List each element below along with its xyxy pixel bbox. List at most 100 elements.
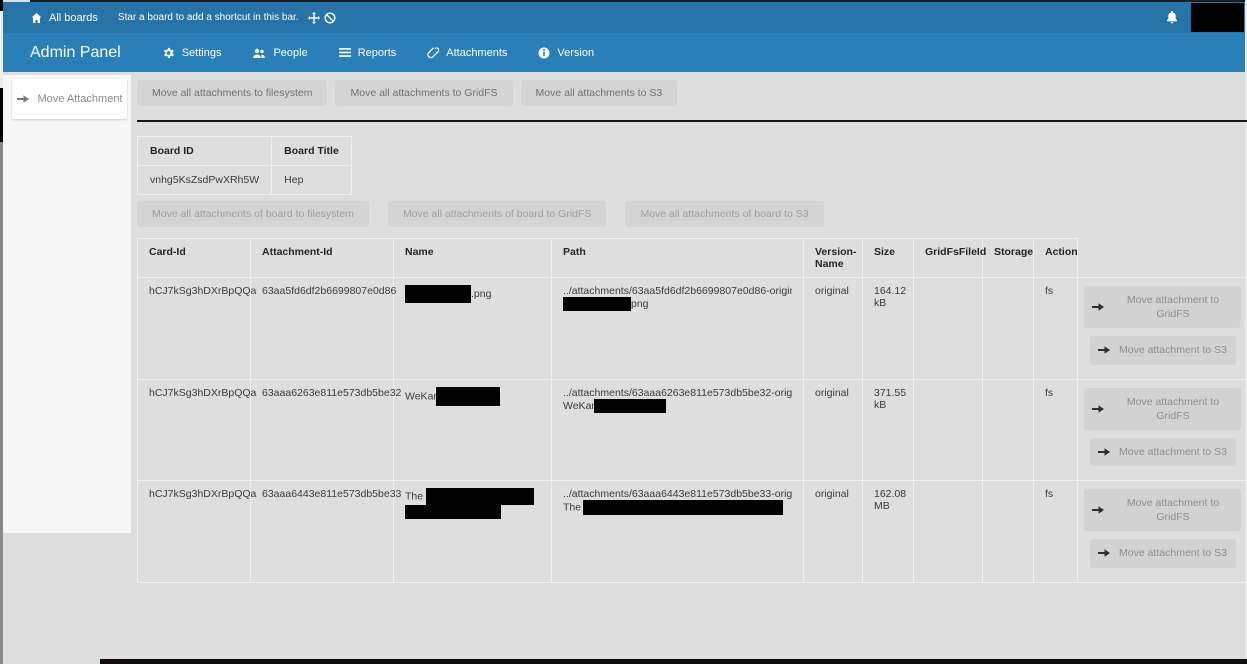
nav-item-version[interactable]: Version — [538, 47, 594, 59]
board-info-table: Board ID Board Title vnhg5KsZsdPwXRh5W H… — [137, 136, 352, 195]
redacted-name — [405, 505, 501, 519]
col-action: Action — [1034, 239, 1078, 278]
col-path: Path — [552, 239, 804, 278]
redacted-path — [594, 399, 666, 413]
col-size: Size — [863, 239, 914, 278]
arrow-right-icon — [1092, 505, 1104, 515]
action-cell: fs — [1034, 481, 1078, 583]
star-board-hint: Star a board to add a shortcut in this b… — [118, 12, 299, 23]
gridfsfileid-cell — [914, 278, 983, 380]
redacted-name — [436, 387, 500, 406]
attachment-id-cell: 63aaa6263e811e573db5be32 — [251, 379, 394, 481]
col-storage: Storage — [983, 239, 1034, 278]
arrow-right-icon — [1098, 345, 1110, 355]
move-all-to-s3-button[interactable]: Move all attachments to S3 — [521, 80, 678, 106]
nav-item-settings[interactable]: Settings — [163, 47, 222, 59]
move-attachment-to-s3-button[interactable]: Move attachment to S3 — [1090, 539, 1236, 567]
board-move-toolbar: Move all attachments of board to filesys… — [137, 201, 1247, 227]
board-title-header: Board Title — [272, 137, 352, 166]
storage-cell — [983, 481, 1034, 583]
arrow-right-icon — [17, 94, 29, 104]
gridfsfileid-cell — [914, 379, 983, 481]
admin-panel-header: Admin Panel Settings People Reports — [3, 33, 1245, 72]
attachment-row: hCJ7kSg3hDXrBpQQa 63aaa6443e811e573db5be… — [138, 481, 1247, 583]
board-id-value: vnhg5KsZsdPwXRh5W — [138, 166, 272, 195]
move-attachment-to-gridfs-button[interactable]: Move attachment to GridFS — [1084, 489, 1241, 531]
redacted-name — [426, 488, 534, 505]
attachment-row: hCJ7kSg3hDXrBpQQa 63aaa6263e811e573db5be… — [138, 379, 1247, 481]
board-title-value: Hep — [272, 166, 352, 195]
move-board-to-gridfs-button[interactable]: Move all attachments of board to GridFS — [388, 201, 607, 227]
arrow-right-icon — [1098, 447, 1110, 457]
version-name-cell: original — [804, 278, 863, 380]
redacted-name — [405, 285, 471, 303]
move-icon[interactable] — [308, 12, 320, 24]
col-attachment-id: Attachment-Id — [251, 239, 394, 278]
nav-item-attachments[interactable]: Attachments — [427, 47, 507, 59]
name-cell: .png — [394, 278, 552, 380]
all-boards-link[interactable]: All boards — [30, 12, 98, 24]
name-cell: The — [394, 481, 552, 583]
move-all-to-gridfs-button[interactable]: Move all attachments to GridFS — [335, 80, 512, 106]
ban-icon[interactable] — [324, 12, 336, 24]
user-avatar-redacted[interactable] — [1191, 3, 1244, 32]
page-title: Admin Panel — [30, 44, 121, 62]
attachment-id-cell: 63aaa6443e811e573db5be33 — [251, 481, 394, 583]
path-cell: ../attachments/63aaa6263e811e573db5be32-… — [552, 379, 804, 481]
nav-item-reports[interactable]: Reports — [339, 47, 397, 59]
list-icon — [339, 47, 351, 58]
move-attachment-to-gridfs-button[interactable]: Move attachment to GridFS — [1084, 286, 1241, 328]
wekan-admin-panel-window: All boards Star a board to add a shortcu… — [0, 0, 1247, 664]
arrow-right-icon — [1092, 302, 1104, 312]
sidebar-item-label: Move Attachment — [38, 93, 123, 105]
path-cell: ../attachments/63aaa6443e811e573db5be33-… — [552, 481, 804, 583]
global-move-toolbar: Move all attachments to filesystem Move … — [137, 80, 1247, 106]
top-navbar: All boards Star a board to add a shortcu… — [3, 2, 1245, 33]
col-buttons-blank — [1078, 239, 1247, 278]
path-cell: ../attachments/63aa5fd6df2b6699807e0d86-… — [552, 278, 804, 380]
home-icon — [30, 12, 43, 24]
admin-nav: Settings People Reports Attachments — [163, 47, 594, 59]
col-gridfsfileid: GridFsFileId — [914, 239, 983, 278]
arrow-right-icon — [1092, 404, 1104, 414]
action-cell: fs — [1034, 278, 1078, 380]
nav-item-people[interactable]: People — [252, 47, 307, 59]
move-attachment-to-gridfs-button[interactable]: Move attachment to GridFS — [1084, 388, 1241, 430]
name-cell: WeKan — [394, 379, 552, 481]
storage-cell — [983, 278, 1034, 380]
divider — [137, 120, 1247, 122]
redacted-path — [583, 500, 783, 515]
size-cell: 162.08 MB — [863, 481, 914, 583]
size-cell: 371.55 kB — [863, 379, 914, 481]
col-name: Name — [394, 239, 552, 278]
move-attachment-to-s3-button[interactable]: Move attachment to S3 — [1090, 336, 1236, 364]
board-id-header: Board ID — [138, 137, 272, 166]
board-row: vnhg5KsZsdPwXRh5W Hep — [138, 166, 352, 195]
version-name-cell: original — [804, 481, 863, 583]
attachment-row: hCJ7kSg3hDXrBpQQa 63aa5fd6df2b6699807e0d… — [138, 278, 1247, 380]
gear-icon — [163, 47, 175, 59]
move-board-to-filesystem-button[interactable]: Move all attachments of board to filesys… — [137, 201, 369, 227]
size-cell: 164.12 kB — [863, 278, 914, 380]
move-board-to-s3-button[interactable]: Move all attachments of board to S3 — [625, 201, 823, 227]
paperclip-icon — [427, 47, 439, 59]
notifications-bell-icon[interactable] — [1166, 11, 1178, 24]
col-version-name: Version-Name — [804, 239, 863, 278]
admin-sidebar: Move Attachment — [3, 75, 131, 533]
version-name-cell: original — [804, 379, 863, 481]
row-buttons-cell: Move attachment to GridFS Move attachmen… — [1078, 379, 1247, 481]
storage-cell — [983, 379, 1034, 481]
info-circle-icon — [538, 47, 550, 59]
all-boards-label: All boards — [49, 12, 98, 24]
sidebar-item-move-attachment[interactable]: Move Attachment — [12, 79, 127, 119]
arrow-right-icon — [1098, 548, 1110, 558]
attachment-id-cell: 63aa5fd6df2b6699807e0d86 — [251, 278, 394, 380]
row-buttons-cell: Move attachment to GridFS Move attachmen… — [1078, 278, 1247, 380]
card-id-cell: hCJ7kSg3hDXrBpQQa — [138, 379, 251, 481]
move-attachment-to-s3-button[interactable]: Move attachment to S3 — [1090, 438, 1236, 466]
card-id-cell: hCJ7kSg3hDXrBpQQa — [138, 278, 251, 380]
people-icon — [252, 47, 266, 59]
attachments-header-row: Card-Id Attachment-Id Name Path Version-… — [138, 239, 1247, 278]
move-attachments-panel: Move all attachments to filesystem Move … — [137, 75, 1247, 583]
move-all-to-filesystem-button[interactable]: Move all attachments to filesystem — [137, 80, 327, 106]
